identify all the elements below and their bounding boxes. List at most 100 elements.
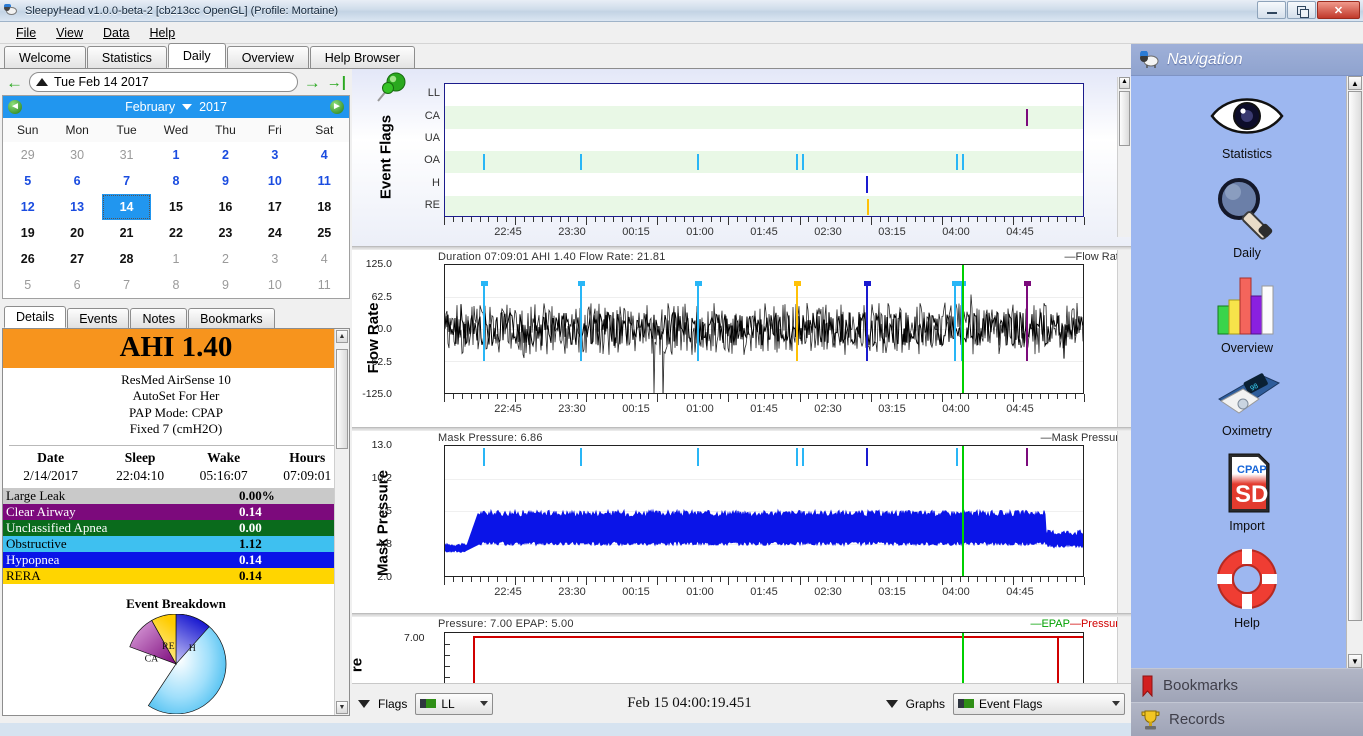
nav-item-statistics[interactable]: Statistics xyxy=(1131,76,1363,161)
chart-pressure[interactable]: Pressure: 7.00 EPAP: 5.00 —EPAP—Pressure… xyxy=(352,617,1131,687)
calendar-day[interactable]: 5 xyxy=(3,168,52,194)
calendar-day[interactable]: 31 xyxy=(102,142,151,168)
nav-item-import[interactable]: CPAP SD Import xyxy=(1131,438,1363,533)
tab-notes[interactable]: Notes xyxy=(130,308,188,328)
calendar-day[interactable]: 3 xyxy=(250,246,299,272)
calendar-day[interactable]: 24 xyxy=(250,220,299,246)
flow-rate-event-marker[interactable] xyxy=(866,283,869,361)
nav-item-oximetry[interactable]: 98 Oximetry xyxy=(1131,355,1363,438)
tab-help-browser[interactable]: Help Browser xyxy=(309,46,415,68)
flow-rate-event-marker[interactable] xyxy=(795,283,798,361)
calendar-next-month-icon[interactable]: ► xyxy=(330,100,344,114)
flow-rate-event-marker[interactable] xyxy=(697,283,699,361)
calendar-day[interactable]: 6 xyxy=(52,168,101,194)
flow-rate-event-marker[interactable] xyxy=(580,283,583,361)
calendar-day[interactable]: 14 xyxy=(101,194,152,220)
scroll-down-arrow-icon[interactable]: ▼ xyxy=(336,701,348,714)
event-flag-marker[interactable] xyxy=(1025,109,1028,126)
calendar-day[interactable]: 2 xyxy=(201,246,250,272)
nav-row-bookmarks[interactable]: Bookmarks xyxy=(1131,668,1363,702)
close-button[interactable]: ✕ xyxy=(1317,1,1360,19)
calendar-day[interactable]: 13 xyxy=(52,194,101,220)
calendar-day[interactable]: 27 xyxy=(52,246,101,272)
graphs-combo[interactable]: Event Flags xyxy=(953,692,1125,715)
event-flag-marker[interactable] xyxy=(801,154,804,171)
mask-pressure-event-marker[interactable] xyxy=(801,448,804,466)
nav-row-records[interactable]: Records xyxy=(1131,702,1363,736)
flow-rate-event-marker[interactable] xyxy=(483,283,486,361)
calendar-day[interactable]: 22 xyxy=(151,220,200,246)
event-index-row[interactable]: Obstructive 1.12 xyxy=(3,536,349,552)
calendar-day[interactable]: 20 xyxy=(52,220,101,246)
charts-scrollbar[interactable]: ▲ xyxy=(1117,77,1131,237)
calendar-day[interactable]: 6 xyxy=(52,272,101,298)
calendar-day[interactable]: 30 xyxy=(52,142,101,168)
calendar-day[interactable]: 19 xyxy=(3,220,52,246)
event-flags-plot[interactable] xyxy=(444,83,1084,217)
nav-item-daily[interactable]: Daily xyxy=(1131,161,1363,260)
navigation-scrollbar[interactable]: ▲ ▼ xyxy=(1346,76,1363,668)
calendar-day[interactable]: 4 xyxy=(300,142,349,168)
tab-bookmarks[interactable]: Bookmarks xyxy=(188,308,275,328)
calendar-day[interactable]: 28 xyxy=(102,246,151,272)
scrollbar-thumb[interactable] xyxy=(336,349,348,449)
chart-flow-rate[interactable]: Duration 07:09:01 AHI 1.40 Flow Rate: 21… xyxy=(352,250,1131,427)
event-index-row[interactable]: Unclassified Apnea 0.00 xyxy=(3,520,349,536)
calendar-day[interactable]: 8 xyxy=(151,168,200,194)
event-index-row[interactable]: Large Leak 0.00% xyxy=(3,488,349,504)
tab-statistics[interactable]: Statistics xyxy=(86,46,167,68)
calendar-day[interactable]: 16 xyxy=(201,194,250,220)
mask-pressure-event-marker[interactable] xyxy=(483,448,486,466)
calendar-day[interactable]: 26 xyxy=(3,246,52,272)
menu-view[interactable]: View xyxy=(46,24,93,42)
mask-pressure-event-marker[interactable] xyxy=(1025,448,1028,466)
mask-pressure-event-marker[interactable] xyxy=(956,448,959,466)
event-index-row[interactable]: Hypopnea 0.14 xyxy=(3,552,349,568)
scrollbar-thumb[interactable] xyxy=(1348,91,1362,621)
calendar-day[interactable]: 1 xyxy=(151,142,200,168)
nav-item-help[interactable]: Help xyxy=(1131,533,1363,630)
calendar-day[interactable]: 21 xyxy=(102,220,151,246)
prev-day-button[interactable]: ← xyxy=(6,74,23,91)
calendar-day[interactable]: 3 xyxy=(250,142,299,168)
calendar-day[interactable]: 9 xyxy=(201,168,250,194)
flow-rate-event-marker[interactable] xyxy=(1025,283,1028,361)
mask-pressure-event-marker[interactable] xyxy=(866,448,869,466)
chevron-down-icon[interactable] xyxy=(480,701,489,706)
calendar-day[interactable]: 25 xyxy=(300,220,349,246)
calendar-day[interactable]: 10 xyxy=(250,272,299,298)
event-flag-marker[interactable] xyxy=(956,154,959,171)
minimize-button[interactable] xyxy=(1257,1,1286,19)
mask-pressure-plot[interactable] xyxy=(444,445,1084,577)
calendar-day[interactable]: 9 xyxy=(201,272,250,298)
event-flag-marker[interactable] xyxy=(483,154,486,171)
mask-pressure-event-marker[interactable] xyxy=(795,448,798,466)
event-flag-marker[interactable] xyxy=(866,176,869,193)
calendar-day[interactable]: 15 xyxy=(151,194,200,220)
calendar-prev-month-icon[interactable]: ◄ xyxy=(8,100,22,114)
menu-data[interactable]: Data xyxy=(93,24,139,42)
calendar-day[interactable]: 23 xyxy=(201,220,250,246)
tab-overview[interactable]: Overview xyxy=(226,46,309,68)
chevron-down-icon[interactable] xyxy=(1112,701,1120,706)
flow-rate-event-marker[interactable] xyxy=(954,283,957,361)
event-index-row[interactable]: Clear Airway 0.14 xyxy=(3,504,349,520)
menu-file[interactable]: File xyxy=(6,24,46,42)
calendar-day[interactable]: 4 xyxy=(300,246,349,272)
chart-scroll-gutter[interactable] xyxy=(1117,431,1131,613)
calendar-day[interactable]: 18 xyxy=(300,194,349,220)
tab-details[interactable]: Details xyxy=(4,306,67,328)
calendar-day[interactable]: 8 xyxy=(151,272,200,298)
chart-mask-pressure[interactable]: Mask Pressure: 6.86 —Mask Pressure Mask … xyxy=(352,431,1131,613)
event-index-row[interactable]: RERA 0.14 xyxy=(3,568,349,584)
restore-button[interactable] xyxy=(1287,1,1316,19)
tab-events[interactable]: Events xyxy=(67,308,130,328)
pressure-plot[interactable] xyxy=(444,632,1084,687)
scrollbar-thumb[interactable] xyxy=(1119,91,1130,146)
scroll-down-arrow-icon[interactable]: ▼ xyxy=(1348,654,1362,668)
nav-item-overview[interactable]: Overview xyxy=(1131,260,1363,355)
flags-caret-icon[interactable] xyxy=(358,699,370,708)
menu-help[interactable]: Help xyxy=(139,24,185,42)
chart-scroll-gutter[interactable] xyxy=(1117,250,1131,427)
event-flag-marker[interactable] xyxy=(961,154,964,171)
